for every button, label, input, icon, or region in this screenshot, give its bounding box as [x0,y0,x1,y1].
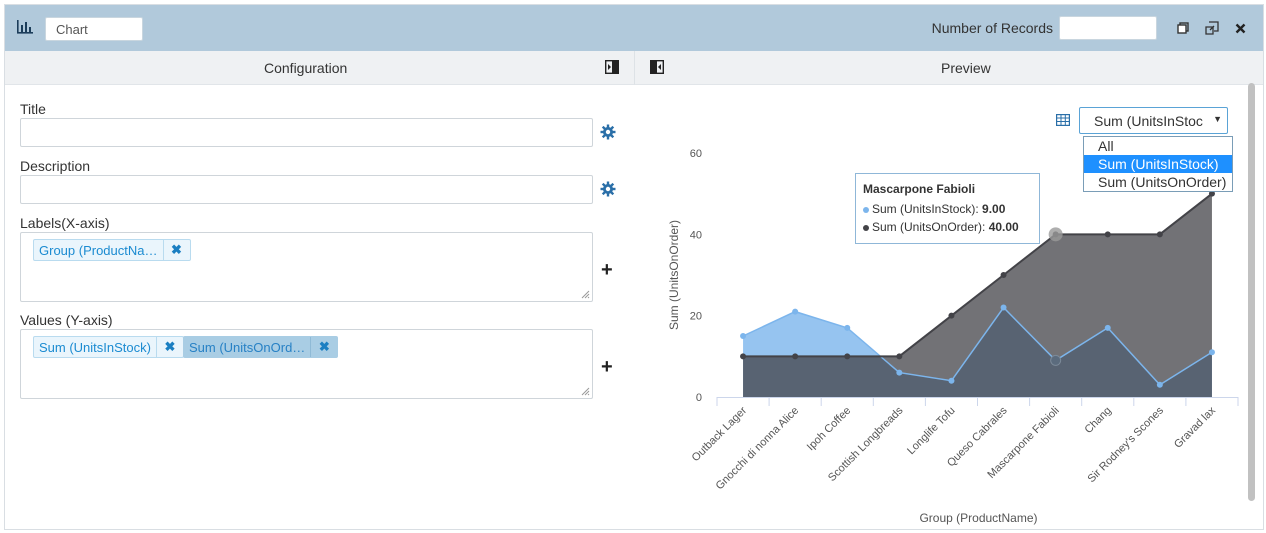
remove-x-axis-tag-icon[interactable]: ✖ [162,240,190,260]
configuration-header: Configuration [5,51,634,85]
preview-header: Preview [634,51,1263,85]
hover-marker [1048,227,1063,242]
description-label: Description [20,158,91,174]
title-label: Title [20,101,46,117]
data-point [740,333,747,339]
data-point [1104,324,1111,331]
y-axis-tag-units-in-stock: Sum (UnitsInStock) ✖ [33,336,184,358]
number-of-records-label: Number of Records [931,20,1053,36]
tooltip-row: Sum (UnitsInStock): 9.00 [863,200,1032,218]
tooltip-row-value: 9.00 [982,202,1006,216]
tooltip-row: Sum (UnitsOnOrder): 40.00 [863,218,1032,236]
y-tick-label: 40 [690,229,702,241]
data-point [844,353,851,360]
toolbar: Chart Number of Records [5,5,1263,51]
number-of-records-input[interactable] [1059,16,1157,40]
collapse-right-icon[interactable] [650,60,664,74]
x-tick-label: Longlife Tofu [905,405,957,457]
hover-marker [1050,354,1062,366]
remove-y-axis-tag-icon[interactable]: ✖ [310,337,337,357]
series-dropdown: All Sum (UnitsInStock) Sum (UnitsOnOrder… [1083,136,1233,192]
tooltip-row-label: Sum (UnitsOnOrder): [872,220,989,234]
data-point [1156,231,1163,238]
dropdown-option-all[interactable]: All [1084,137,1232,155]
data-point [1000,272,1007,278]
labels-x-axis-field[interactable]: Group (ProductNa… ✖ [20,232,593,302]
description-settings-gear-icon[interactable] [600,181,616,197]
title-input[interactable] [20,118,593,147]
popout-window-icon[interactable] [1204,20,1220,36]
restore-window-icon[interactable] [1175,20,1191,36]
remove-y-axis-tag-icon[interactable]: ✖ [155,337,183,357]
chevron-down-icon: ▼ [1213,114,1222,124]
table-view-icon[interactable] [1056,114,1070,126]
data-point [896,369,903,376]
title-settings-gear-icon[interactable] [600,124,616,140]
scrollbar-thumb[interactable] [1248,83,1255,501]
x-tick-label: Ipoh Coffee [805,405,854,454]
add-x-axis-button[interactable]: + [601,260,613,280]
configuration-title: Configuration [264,60,348,76]
x-tick-label: Chang [1082,405,1113,436]
x-axis-tag-label: Group (ProductNa… [39,243,158,258]
x-tick-label: Gravad lax [1172,404,1218,450]
x-axis-tag: Group (ProductNa… ✖ [33,239,191,261]
series-select[interactable]: Sum (UnitsInStoc ▼ [1079,107,1228,134]
close-icon[interactable] [1232,20,1248,36]
resize-grip-icon[interactable] [580,386,590,396]
y-tick-label: 0 [696,392,702,404]
resize-grip-icon[interactable] [580,289,590,299]
series-select-value: Sum (UnitsInStoc [1094,113,1203,129]
data-point [1156,381,1163,388]
labels-x-axis-label: Labels(X-axis) [20,215,110,231]
data-point [740,353,747,360]
data-point [948,312,955,319]
chart-name-input[interactable]: Chart [45,17,143,41]
y-axis-tag-units-on-order: Sum (UnitsOnOrd… ✖ [183,336,339,358]
values-y-axis-label: Values (Y-axis) [20,312,113,328]
description-input[interactable] [20,175,593,204]
collapse-left-icon[interactable] [605,60,619,74]
tooltip-row-label: Sum (UnitsInStock): [872,202,983,216]
dropdown-option-units-in-stock[interactable]: Sum (UnitsInStock) [1084,155,1232,173]
data-point [948,377,955,384]
data-point [792,353,799,360]
configuration-panel: Title Description Labels(X-axis) Group (… [5,85,635,529]
data-point [1000,304,1007,311]
dropdown-option-units-on-order[interactable]: Sum (UnitsOnOrder) [1084,173,1232,191]
values-y-axis-field[interactable]: Sum (UnitsInStock) ✖ Sum (UnitsOnOrd… ✖ [20,329,593,399]
y-axis-tag-label: Sum (UnitsOnOrd… [189,340,306,355]
x-tick-label: Outback Lager [690,404,750,464]
preview-scrollbar[interactable] [1248,83,1256,503]
preview-title: Preview [941,60,991,76]
series-dot-icon [863,206,869,213]
tooltip-title: Mascarpone Fabioli [863,182,976,196]
tooltip-row-value: 40.00 [988,220,1019,234]
y-tick-label: 60 [690,148,702,160]
data-point [844,324,851,331]
add-y-axis-button[interactable]: + [601,357,613,377]
y-axis-title: Sum (UnitsOnOrder) [667,220,681,330]
data-point [896,353,903,360]
data-point [1104,231,1111,238]
bar-chart-icon[interactable] [16,19,34,35]
y-axis-tag-label: Sum (UnitsInStock) [39,340,151,355]
data-point [1208,349,1215,356]
chart-tooltip: Mascarpone Fabioli Sum (UnitsInStock): 9… [855,173,1040,244]
y-tick-label: 20 [690,311,702,323]
x-axis-title: Group (ProductName) [919,511,1037,525]
data-point [792,308,799,315]
series-dot-icon [863,224,869,231]
